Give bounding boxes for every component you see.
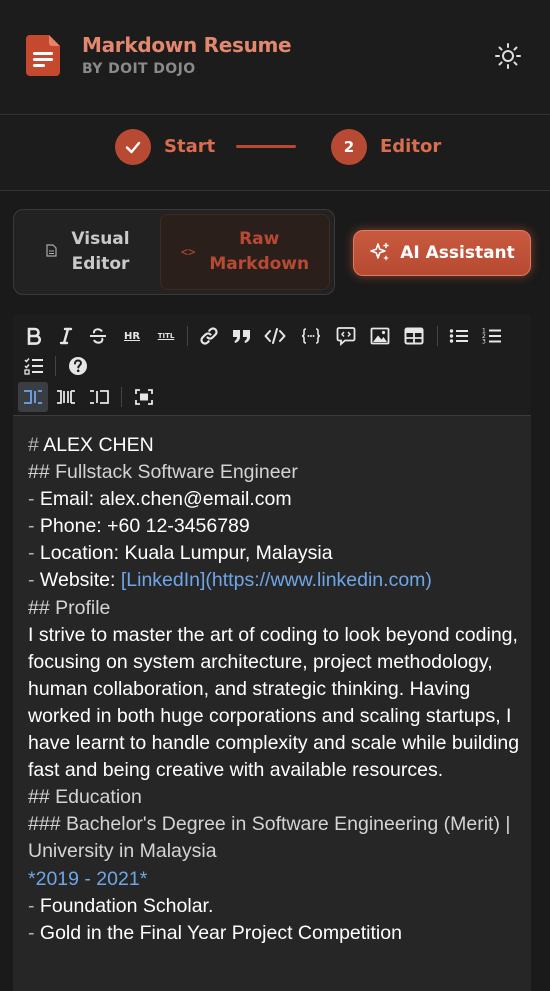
fullscreen-icon[interactable] bbox=[129, 382, 159, 412]
hr-icon[interactable]: HR bbox=[117, 321, 147, 351]
step-editor-label[interactable]: Editor bbox=[380, 136, 441, 157]
image-icon[interactable] bbox=[365, 321, 395, 351]
line-dates: *2019 - 2021* bbox=[28, 866, 523, 893]
sun-icon bbox=[495, 43, 521, 69]
svg-text:3: 3 bbox=[482, 339, 486, 346]
document-icon bbox=[46, 244, 57, 260]
progress-steps: Start 2 Editor bbox=[0, 116, 550, 191]
degree-heading: Bachelor's Degree in Software Engineerin… bbox=[28, 813, 516, 863]
raw-markdown-label: Raw Markdown bbox=[209, 229, 310, 274]
list-marker: - bbox=[28, 569, 40, 592]
markdown-content[interactable]: # ALEX CHEN ## Fullstack Software Engine… bbox=[28, 432, 523, 947]
visual-editor-label: Visual Editor bbox=[71, 229, 130, 274]
raw-markdown-button[interactable]: <> Raw Markdown bbox=[160, 214, 330, 290]
help-icon[interactable] bbox=[63, 351, 93, 381]
sparkles-icon bbox=[370, 242, 390, 261]
toolbar-separator bbox=[121, 387, 122, 407]
heading-marker: ### bbox=[28, 813, 66, 836]
education-heading: Education bbox=[55, 786, 142, 809]
toolbar-separator bbox=[187, 326, 188, 346]
italic-icon[interactable] bbox=[51, 321, 81, 351]
quote-icon[interactable] bbox=[227, 321, 257, 351]
list-marker: - bbox=[28, 894, 40, 917]
visual-editor-button[interactable]: Visual Editor bbox=[18, 214, 158, 290]
title-icon[interactable]: TITL bbox=[151, 321, 181, 351]
preview-mode-icon[interactable] bbox=[84, 382, 114, 412]
heading-marker: ## bbox=[28, 596, 56, 619]
code-brackets-icon: <> bbox=[180, 245, 196, 259]
profile-heading: Profile bbox=[55, 596, 111, 619]
line-h2-profile: ## Profile bbox=[28, 595, 523, 622]
line-h3-degree: ### Bachelor's Degree in Software Engine… bbox=[28, 811, 523, 865]
italic-marker: * bbox=[28, 867, 36, 890]
step-editor-number[interactable]: 2 bbox=[331, 129, 367, 165]
editor-toolbar: HR TITL 123 bbox=[13, 315, 531, 416]
ordered-list-icon[interactable]: 123 bbox=[477, 321, 507, 351]
live-mode-icon[interactable] bbox=[51, 382, 81, 412]
comment-icon[interactable] bbox=[331, 321, 361, 351]
edit-mode-icon[interactable] bbox=[18, 382, 48, 412]
step-connector bbox=[236, 145, 296, 148]
line-h2: ## Fullstack Software Engineer bbox=[28, 459, 523, 486]
list-marker: - bbox=[28, 515, 40, 538]
heading-marker: # bbox=[28, 434, 44, 456]
list-marker: - bbox=[28, 542, 40, 565]
heading-marker: ## bbox=[28, 786, 56, 809]
strikethrough-icon[interactable] bbox=[83, 321, 113, 351]
line-website: - Website: [LinkedIn](https://www.linked… bbox=[28, 567, 523, 594]
line-h2-education: ## Education bbox=[28, 784, 523, 811]
line-scholar: - Foundation Scholar. bbox=[28, 893, 523, 920]
date-range: 2019 - 2021 bbox=[35, 867, 140, 890]
markdown-editor[interactable]: HR TITL 123 # ALEX CHEN ## Fullstack Sof… bbox=[13, 315, 531, 991]
name-heading: ALEX CHEN bbox=[43, 434, 154, 456]
scholar-text: Foundation Scholar. bbox=[39, 894, 214, 917]
italic-marker: * bbox=[139, 867, 148, 890]
checklist-icon[interactable] bbox=[19, 351, 49, 381]
bold-icon[interactable] bbox=[19, 321, 49, 351]
role-heading: Fullstack Software Engineer bbox=[55, 461, 298, 484]
line-location: - Location: Kuala Lumpur, Malaysia bbox=[28, 540, 523, 567]
line-profile-paragraph: I strive to master the art of coding to … bbox=[28, 623, 525, 782]
heading-marker: ## bbox=[28, 461, 56, 484]
line-phone: - Phone: +60 12-3456789 bbox=[28, 513, 523, 540]
link-icon[interactable] bbox=[194, 321, 224, 351]
award-text: Gold in the Final Year Project Competiti… bbox=[39, 921, 402, 944]
list-marker: - bbox=[28, 921, 40, 944]
step-start-label[interactable]: Start bbox=[164, 136, 215, 157]
step-start-check-icon[interactable] bbox=[115, 129, 151, 165]
unordered-list-icon[interactable] bbox=[444, 321, 474, 351]
website-label: Website: bbox=[39, 569, 121, 592]
table-icon[interactable] bbox=[399, 321, 429, 351]
ai-assistant-button[interactable]: AI Assistant bbox=[353, 230, 531, 276]
website-link[interactable]: [LinkedIn](https://www.linkedin.com) bbox=[121, 569, 432, 591]
toolbar-separator bbox=[437, 326, 438, 346]
editor-mode-toggle: Visual Editor <> Raw Markdown bbox=[13, 209, 335, 295]
line-email: - Email: alex.chen@email.com bbox=[28, 486, 523, 513]
title-text: TITL bbox=[157, 332, 175, 340]
line-h1: # ALEX CHEN bbox=[28, 432, 523, 459]
app-subtitle: BY DOIT DOJO bbox=[82, 61, 196, 77]
list-marker: - bbox=[28, 488, 40, 511]
hr-text: HR bbox=[123, 330, 141, 342]
app-header: Markdown Resume BY DOIT DOJO bbox=[0, 0, 550, 115]
location-text: Location: Kuala Lumpur, Malaysia bbox=[39, 542, 333, 565]
code-icon[interactable] bbox=[260, 321, 290, 351]
theme-toggle-button[interactable] bbox=[494, 42, 522, 70]
email-text: Email: alex.chen@email.com bbox=[39, 488, 292, 511]
ai-assistant-label: AI Assistant bbox=[400, 243, 515, 263]
phone-text: Phone: +60 12-3456789 bbox=[39, 515, 250, 538]
code-block-icon[interactable] bbox=[296, 321, 326, 351]
document-logo-icon bbox=[26, 35, 60, 76]
toolbar-separator bbox=[55, 356, 56, 376]
app-title: Markdown Resume bbox=[82, 33, 292, 57]
line-gold: - Gold in the Final Year Project Competi… bbox=[28, 920, 523, 947]
